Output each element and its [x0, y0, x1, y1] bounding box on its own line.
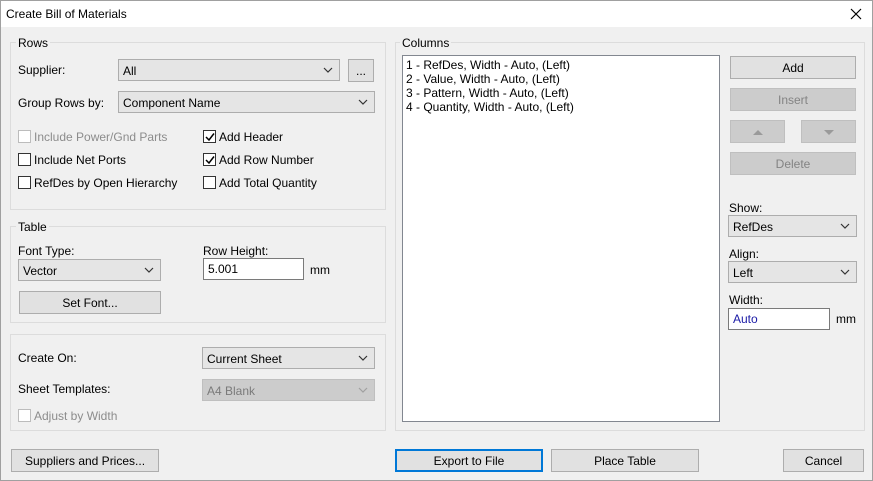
- columns-group-label: Columns: [400, 36, 452, 50]
- group-rows-value: Component Name: [123, 96, 221, 110]
- chevron-down-icon: [323, 67, 333, 73]
- list-item[interactable]: 3 - Pattern, Width - Auto, (Left): [406, 86, 569, 100]
- triangle-up-icon: [752, 129, 763, 135]
- close-icon[interactable]: [848, 6, 864, 22]
- chevron-down-icon: [840, 223, 850, 229]
- rows-group-label: Rows: [16, 36, 51, 50]
- suppliers-and-prices-button[interactable]: Suppliers and Prices...: [11, 449, 159, 472]
- align-value: Left: [733, 266, 754, 280]
- checkmark-icon: [205, 133, 215, 142]
- adjust-by-width-checkbox[interactable]: [18, 409, 31, 422]
- font-type-label: Font Type:: [18, 244, 75, 258]
- row-height-input[interactable]: [203, 258, 304, 280]
- insert-button[interactable]: Insert: [730, 88, 856, 111]
- adjust-by-width-label: Adjust by Width: [34, 409, 118, 423]
- sheet-templates-label: Sheet Templates:: [18, 382, 111, 396]
- sheet-templates-value: A4 Blank: [207, 384, 256, 398]
- width-unit: mm: [836, 312, 856, 326]
- group-rows-select[interactable]: Component Name: [118, 91, 375, 113]
- include-net-ports-label: Include Net Ports: [34, 153, 127, 167]
- show-label: Show:: [729, 201, 763, 215]
- supplier-value: All: [123, 64, 137, 78]
- columns-list[interactable]: 1 - RefDes, Width - Auto, (Left) 2 - Val…: [402, 55, 720, 422]
- place-table-button[interactable]: Place Table: [551, 449, 699, 472]
- group-rows-label: Group Rows by:: [18, 96, 105, 110]
- supplier-browse-button[interactable]: ...: [348, 59, 374, 82]
- sheet-templates-select[interactable]: A4 Blank: [202, 379, 375, 401]
- width-label: Width:: [729, 293, 764, 307]
- row-height-label: Row Height:: [203, 244, 269, 258]
- create-on-label: Create On:: [18, 351, 77, 365]
- title-bar: Create Bill of Materials: [1, 1, 872, 27]
- add-header-checkbox[interactable]: [203, 130, 216, 143]
- add-total-quantity-checkbox[interactable]: [203, 176, 216, 189]
- create-on-value: Current Sheet: [207, 352, 282, 366]
- show-value: RefDes: [733, 220, 774, 234]
- align-select[interactable]: Left: [728, 261, 857, 283]
- include-power-gnd-checkbox[interactable]: [18, 130, 31, 143]
- move-down-button[interactable]: [801, 120, 856, 143]
- include-net-ports-checkbox[interactable]: [18, 153, 31, 166]
- add-header-label: Add Header: [219, 130, 284, 144]
- chevron-down-icon: [144, 267, 154, 273]
- supplier-label: Supplier:: [18, 63, 66, 77]
- create-on-select[interactable]: Current Sheet: [202, 347, 375, 369]
- refdes-open-hierarchy-label: RefDes by Open Hierarchy: [34, 176, 178, 190]
- list-item[interactable]: 2 - Value, Width - Auto, (Left): [406, 72, 560, 86]
- bom-dialog: Create Bill of Materials Rows Supplier: …: [0, 0, 873, 481]
- row-height-unit: mm: [310, 263, 330, 277]
- move-up-button[interactable]: [730, 120, 785, 143]
- triangle-down-icon: [823, 129, 834, 135]
- checkmark-icon: [205, 156, 215, 165]
- export-to-file-button[interactable]: Export to File: [395, 449, 543, 472]
- set-font-button[interactable]: Set Font...: [19, 291, 161, 314]
- width-input[interactable]: [728, 308, 830, 330]
- table-group-label: Table: [16, 220, 49, 234]
- chevron-down-icon: [358, 355, 368, 361]
- list-item[interactable]: 4 - Quantity, Width - Auto, (Left): [406, 100, 574, 114]
- font-type-value: Vector: [23, 264, 58, 278]
- include-power-gnd-label: Include Power/Gnd Parts: [34, 130, 168, 144]
- add-row-number-checkbox[interactable]: [203, 153, 216, 166]
- list-item[interactable]: 1 - RefDes, Width - Auto, (Left): [406, 58, 570, 72]
- add-total-quantity-label: Add Total Quantity: [219, 176, 317, 190]
- supplier-select[interactable]: All: [118, 59, 340, 81]
- window-title: Create Bill of Materials: [6, 7, 127, 21]
- refdes-open-hierarchy-checkbox[interactable]: [18, 176, 31, 189]
- add-row-number-label: Add Row Number: [219, 153, 314, 167]
- chevron-down-icon: [358, 387, 368, 393]
- show-select[interactable]: RefDes: [728, 215, 857, 237]
- cancel-button[interactable]: Cancel: [783, 449, 864, 472]
- add-button[interactable]: Add: [730, 56, 856, 79]
- chevron-down-icon: [358, 99, 368, 105]
- delete-button[interactable]: Delete: [730, 152, 856, 175]
- chevron-down-icon: [840, 269, 850, 275]
- font-type-select[interactable]: Vector: [18, 259, 161, 281]
- align-label: Align:: [729, 247, 760, 261]
